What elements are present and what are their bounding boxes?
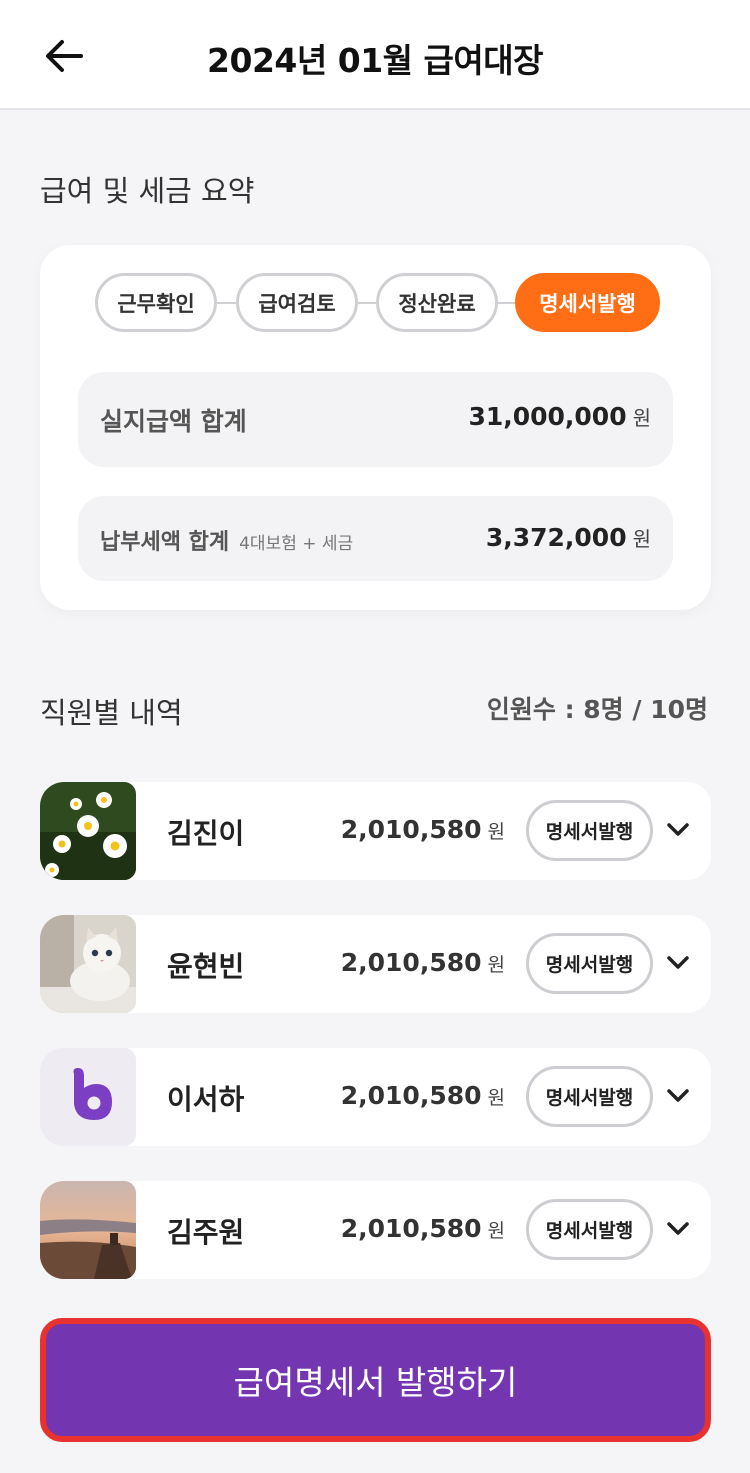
chevron-down-icon — [667, 1089, 689, 1102]
progress-steps: 근무확인 급여검토 정산완료 명세서발행 — [95, 273, 660, 333]
tax-label-wrap: 납부세액 합계 4대보험 + 세금 — [100, 524, 353, 556]
employee-amount-unit: 원 — [487, 821, 505, 843]
tax-value: 3,372,000 — [485, 523, 627, 552]
beach-photo — [40, 1181, 136, 1279]
employee-amount-unit: 원 — [487, 1220, 505, 1242]
issue-statement-button[interactable]: 명세서발행 — [526, 933, 653, 994]
tax-sub-label: 4대보험 + 세금 — [239, 534, 354, 554]
chevron-down-icon — [667, 823, 689, 836]
net-pay-label: 실지급액 합계 — [100, 407, 247, 436]
app-header: 2024년 01월 급여대장 — [0, 0, 750, 110]
employee-amount-value: 2,010,580 — [340, 815, 482, 844]
issue-statement-button[interactable]: 명세서발행 — [526, 800, 653, 861]
employee-row[interactable]: 김진이 2,010,580 원 명세서발행 — [40, 782, 711, 880]
employee-name: 윤현빈 — [167, 950, 245, 983]
employee-row[interactable]: 김주원 2,010,580 원 명세서발행 — [40, 1181, 711, 1279]
employee-amount-value: 2,010,580 — [340, 1214, 482, 1243]
page-title: 2024년 01월 급여대장 — [207, 41, 543, 80]
employee-amount-value: 2,010,580 — [340, 1081, 482, 1110]
employee-name: 김진이 — [167, 817, 245, 850]
employee-name: 김주원 — [167, 1216, 245, 1249]
employee-amount-unit: 원 — [487, 954, 505, 976]
tax-amount: 3,372,000 원 — [486, 523, 651, 552]
step-statement-issue[interactable]: 명세서발행 — [515, 273, 660, 332]
employee-name: 이서하 — [167, 1083, 245, 1116]
tax-label: 납부세액 합계 — [100, 530, 230, 555]
tax-unit: 원 — [632, 527, 651, 551]
expand-button[interactable] — [660, 1078, 696, 1114]
step-pay-review[interactable]: 급여검토 — [236, 273, 358, 332]
issue-statement-button[interactable]: 명세서발행 — [526, 1066, 653, 1127]
net-pay-unit: 원 — [632, 406, 651, 430]
cta-label: 급여명세서 발행하기 — [233, 1363, 518, 1402]
summary-section-title: 급여 및 세금 요약 — [40, 174, 255, 208]
issue-statement-button[interactable]: 명세서발행 — [526, 1199, 653, 1260]
employee-amount-value: 2,010,580 — [340, 948, 482, 977]
net-pay-value: 31,000,000 — [468, 402, 627, 431]
employee-count: 인원수 : 8명 / 10명 — [486, 695, 708, 724]
employee-amount-unit: 원 — [487, 1087, 505, 1109]
cat-photo — [40, 915, 136, 1013]
expand-button[interactable] — [660, 945, 696, 981]
tax-row: 납부세액 합계 4대보험 + 세금 3,372,000 원 — [78, 496, 673, 581]
employee-amount: 2,010,580 원 — [341, 815, 505, 844]
net-pay-row: 실지급액 합계 31,000,000 원 — [78, 372, 673, 467]
summary-card: 근무확인 급여검토 정산완료 명세서발행 실지급액 합계 31,000,000 … — [40, 245, 711, 610]
employee-amount: 2,010,580 원 — [341, 1214, 505, 1243]
chevron-down-icon — [667, 956, 689, 969]
daisy-photo — [40, 782, 136, 880]
b-logo — [40, 1048, 136, 1146]
issue-all-statements-button[interactable]: 급여명세서 발행하기 — [40, 1318, 711, 1442]
employee-row[interactable]: 이서하 2,010,580 원 명세서발행 — [40, 1048, 711, 1146]
step-work-confirm[interactable]: 근무확인 — [95, 273, 217, 332]
employees-section-title: 직원별 내역 — [40, 696, 183, 730]
employee-amount: 2,010,580 원 — [341, 948, 505, 977]
chevron-down-icon — [667, 1222, 689, 1235]
employee-amount: 2,010,580 원 — [341, 1081, 505, 1110]
step-settlement-done[interactable]: 정산완료 — [376, 273, 498, 332]
expand-button[interactable] — [660, 812, 696, 848]
employee-row[interactable]: 윤현빈 2,010,580 원 명세서발행 — [40, 915, 711, 1013]
net-pay-amount: 31,000,000 원 — [468, 402, 651, 431]
expand-button[interactable] — [660, 1211, 696, 1247]
